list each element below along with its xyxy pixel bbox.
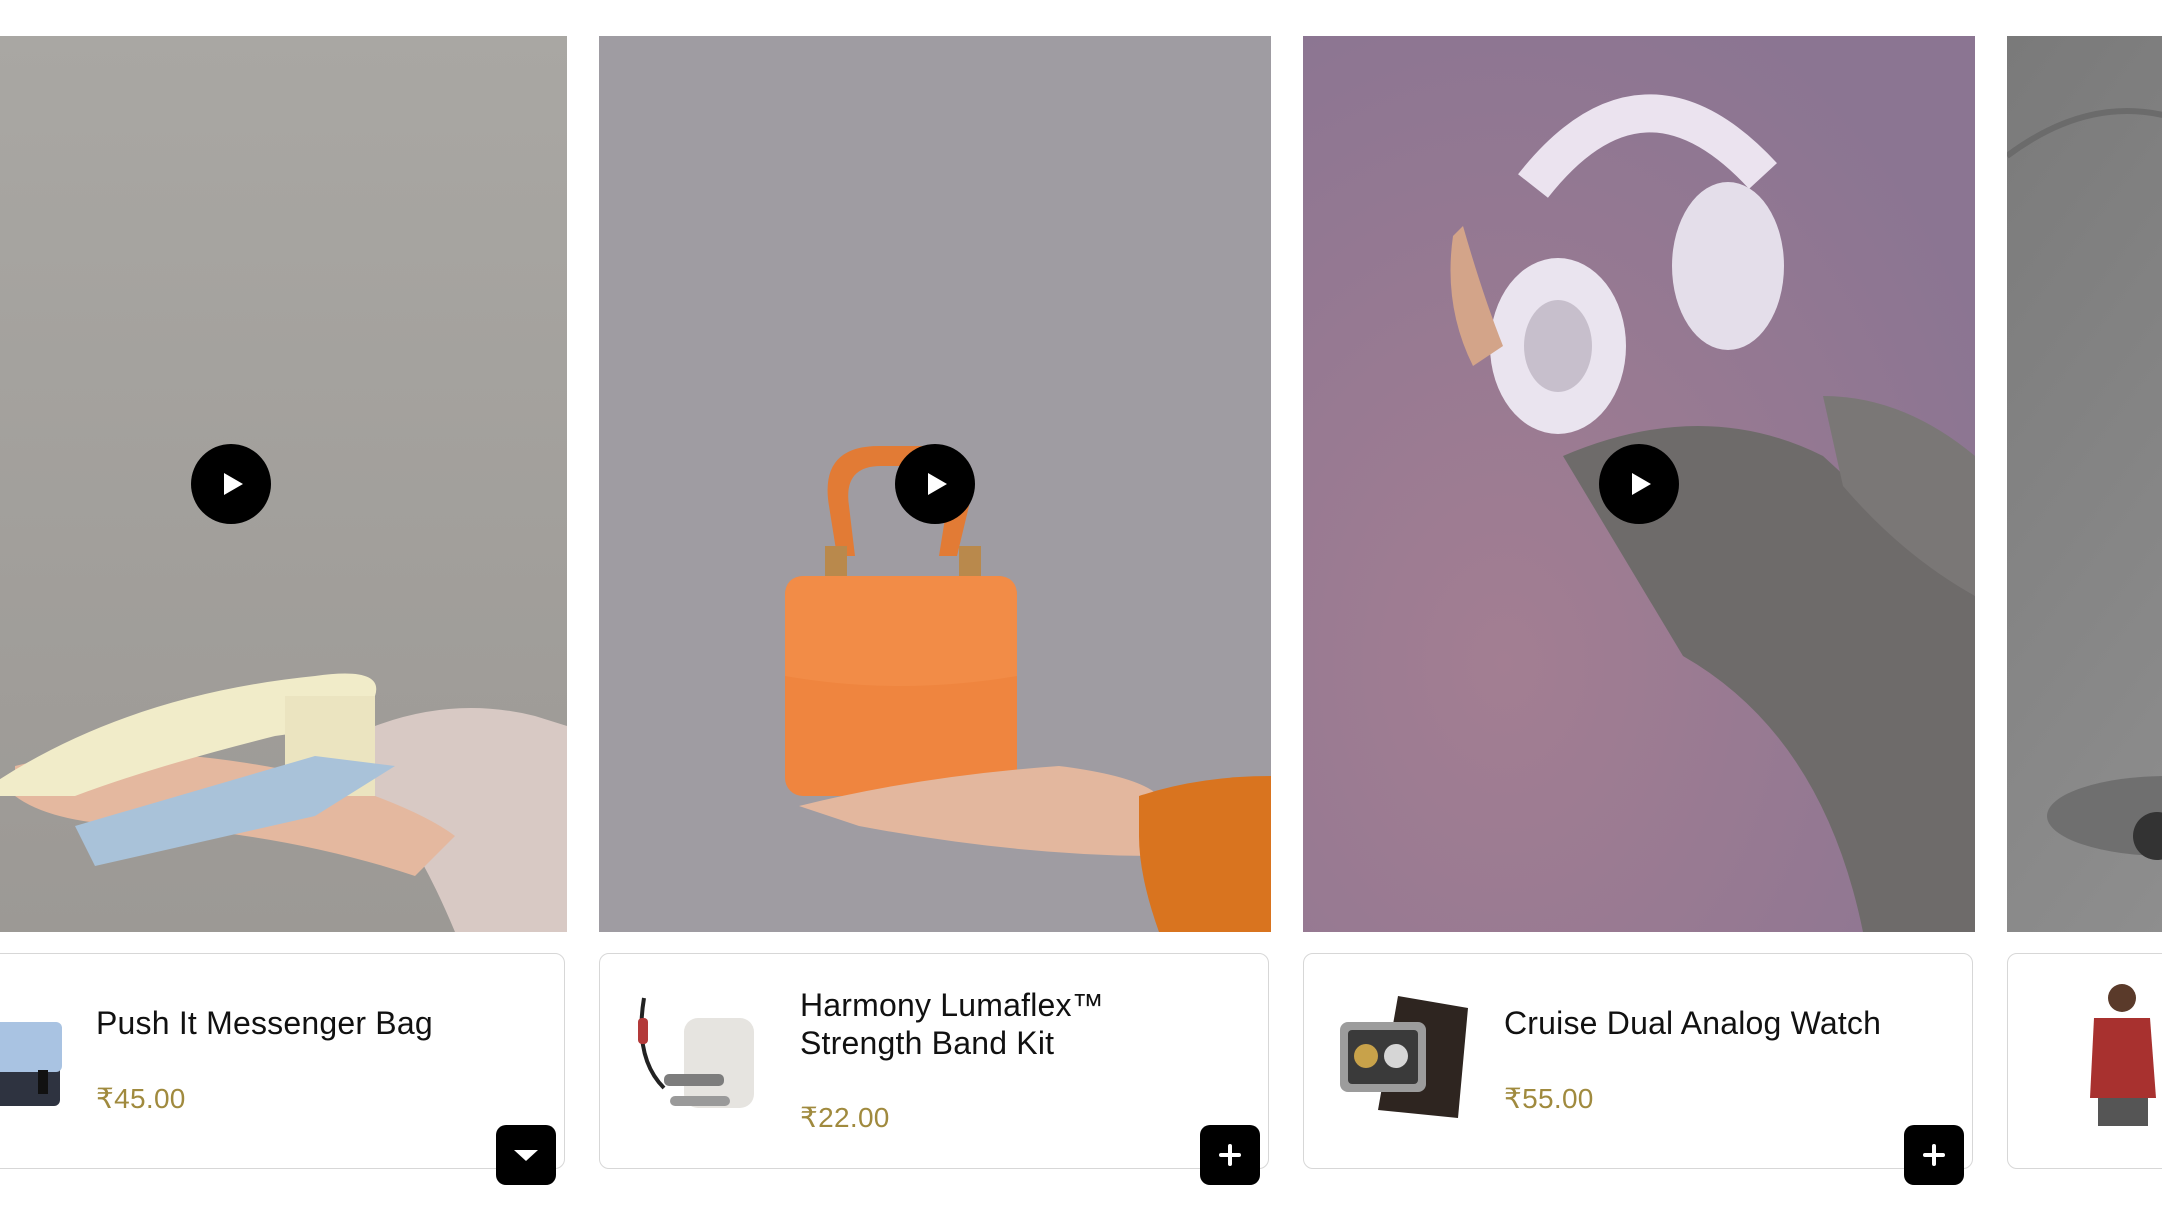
product-name-line: Strength Band Kit	[800, 1025, 1055, 1061]
product-video-carousel: Push It Messenger Bag ₹45.00 Harmony Lum…	[0, 0, 2162, 1216]
product-name[interactable]: Push It Messenger Bag	[96, 1004, 516, 1042]
messenger-bag-image	[0, 1022, 62, 1106]
product-thumbnail[interactable]	[2032, 978, 2162, 1128]
product-video[interactable]	[2007, 36, 2162, 932]
play-button[interactable]	[1599, 444, 1679, 524]
product-card[interactable]: Cruise Dual Analog Watch ₹55.00	[1303, 953, 1973, 1185]
add-to-cart-button[interactable]	[1904, 1125, 1964, 1185]
video-frame-partial	[2007, 36, 2162, 932]
play-button[interactable]	[895, 444, 975, 524]
product-price: ₹22.00	[800, 1102, 890, 1133]
product-thumbnail[interactable]	[0, 978, 70, 1128]
analog-watch-image	[1340, 996, 1468, 1118]
video-frame-sandal	[0, 36, 567, 932]
product-video[interactable]	[599, 36, 1271, 932]
play-button[interactable]	[191, 444, 271, 524]
product-price: ₹55.00	[1504, 1083, 1594, 1114]
product-slide: Push It Messenger Bag ₹45.00	[0, 36, 567, 1185]
product-card[interactable]: Harmony Lumaflex™ Strength Band Kit ₹22.…	[599, 953, 1269, 1185]
strength-band-kit-image	[638, 997, 754, 1108]
add-to-cart-button[interactable]	[496, 1125, 556, 1185]
product-thumbnail[interactable]	[1328, 978, 1478, 1128]
product-name[interactable]: Cruise Dual Analog Watch	[1504, 1004, 1924, 1042]
product-video[interactable]	[1303, 36, 1975, 932]
product-name-line: Harmony Lumaflex™	[800, 987, 1104, 1023]
product-slide: Harmony Lumaflex™ Strength Band Kit ₹22.…	[599, 36, 1271, 1185]
product-thumbnail[interactable]	[624, 978, 774, 1128]
product-slide: Cruise Dual Analog Watch ₹55.00	[1303, 36, 1975, 1185]
product-slide	[2007, 36, 2162, 1172]
product-video[interactable]	[0, 36, 567, 932]
add-to-cart-button[interactable]	[1200, 1125, 1260, 1185]
product-card[interactable]: Push It Messenger Bag ₹45.00	[0, 953, 565, 1185]
chevron-down-icon	[514, 1150, 538, 1161]
red-top-image	[2090, 984, 2156, 1126]
product-price: ₹45.00	[96, 1083, 186, 1114]
product-card[interactable]	[2007, 953, 2162, 1169]
product-name[interactable]: Harmony Lumaflex™ Strength Band Kit	[800, 986, 1220, 1062]
